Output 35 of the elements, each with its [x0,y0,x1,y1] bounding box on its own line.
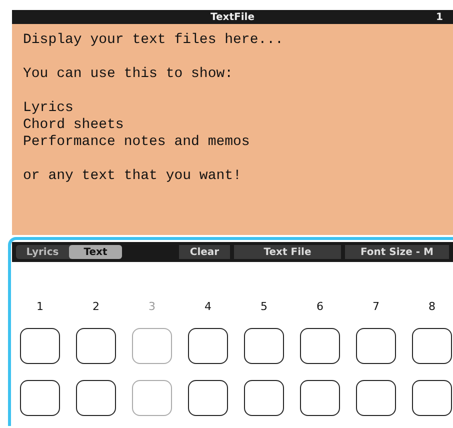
text-line: Performance notes and memos [23,134,251,151]
pad-button[interactable] [300,380,340,416]
text-line: You can use this to show: [23,66,234,83]
text-line: or any text that you want! [23,168,242,185]
pad-button[interactable] [20,380,60,416]
pad-button[interactable] [412,328,452,364]
pad-button[interactable] [244,328,284,364]
pad-button[interactable] [412,380,452,416]
column-number: 6 [316,300,324,314]
pad-button[interactable] [76,380,116,416]
column-number: 7 [372,300,380,314]
text-line: Chord sheets [23,117,125,134]
column-number: 4 [204,300,212,314]
pad-button[interactable] [188,328,228,364]
column-number: 1 [36,300,44,314]
pad-button[interactable] [300,328,340,364]
column-number: 2 [92,300,100,314]
column-number: 3 [148,300,156,314]
toolbar-button[interactable]: Font Size - M [345,245,449,259]
pad-button[interactable] [356,328,396,364]
pad-button[interactable] [20,328,60,364]
pad-button[interactable] [188,380,228,416]
text-line: Display your text files here... [23,32,284,49]
pad-button[interactable] [244,380,284,416]
tab[interactable]: Text [69,245,122,259]
toolbar-button[interactable]: Text File [234,245,341,259]
pad-button[interactable] [76,328,116,364]
window-title: TextFile [210,12,254,22]
text-line: Lyrics [23,100,74,117]
toolbar-button[interactable]: Clear [179,245,230,259]
column-number: 5 [260,300,268,314]
column-number: 8 [428,300,436,314]
tab[interactable]: Lyrics [16,245,69,259]
pad-button[interactable] [356,380,396,416]
page-number: 1 [436,12,444,22]
